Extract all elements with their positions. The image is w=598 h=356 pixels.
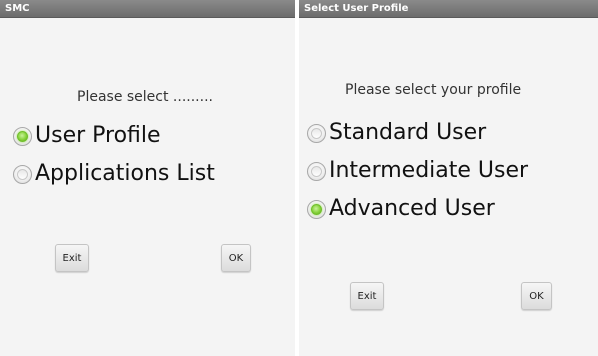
select-user-profile-screen: Select User Profile Please select your p… (299, 0, 598, 356)
option-label: Applications List (35, 161, 215, 186)
ok-button[interactable]: OK (221, 244, 251, 272)
radio-button-selected-icon[interactable] (13, 127, 32, 146)
radio-button-icon[interactable] (307, 162, 326, 181)
prompt-text: Please select your profile (345, 82, 522, 98)
prompt-text: Please select ......... (77, 89, 213, 105)
radio-button-icon[interactable] (13, 165, 32, 184)
option-label: Advanced User (329, 196, 495, 221)
option-label: Standard User (329, 120, 487, 145)
option-label: User Profile (35, 123, 161, 148)
window-title: Select User Profile (304, 3, 409, 14)
radio-button-selected-icon[interactable] (307, 200, 326, 219)
exit-button[interactable]: Exit (55, 244, 89, 272)
radio-button-icon[interactable] (307, 124, 326, 143)
title-bar: SMC (0, 0, 295, 18)
window-title: SMC (5, 3, 30, 14)
smc-screen: SMC Please select ......... User Profile… (0, 0, 295, 356)
title-bar: Select User Profile (299, 0, 598, 18)
option-label: Intermediate User (329, 158, 529, 183)
ok-button[interactable]: OK (521, 282, 552, 310)
exit-button[interactable]: Exit (350, 282, 384, 310)
